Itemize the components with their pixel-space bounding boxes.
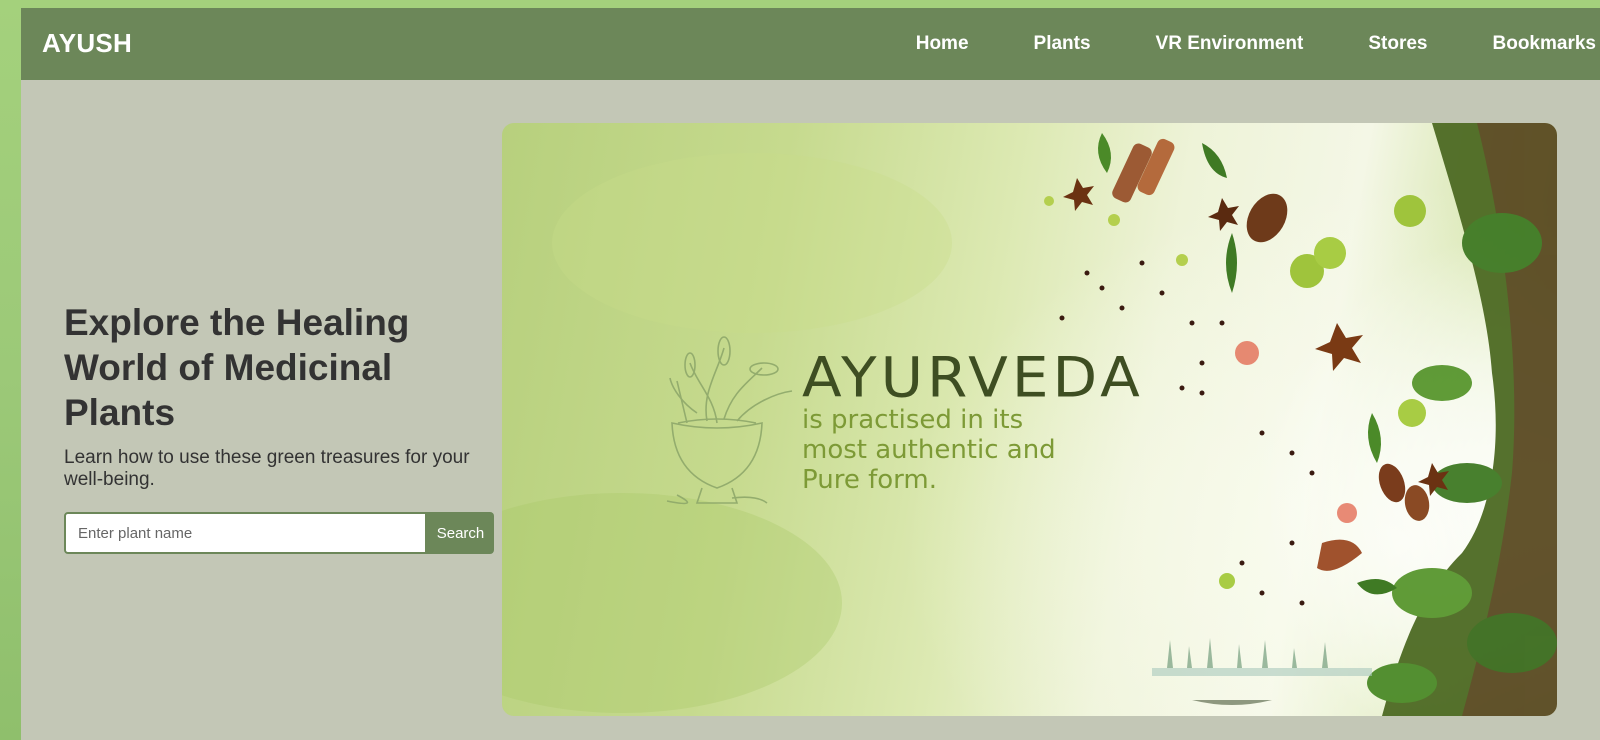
plant-search-form: Search — [64, 512, 502, 554]
hero-text: Explore the Healing World of Medicinal P… — [64, 300, 504, 491]
nav-plants-link[interactable]: Plants — [1034, 33, 1091, 55]
page: AYUSH Home Plants VR Environment Stores … — [21, 8, 1600, 740]
backwater-scenery — [1152, 638, 1372, 705]
hero-title-line: Explore the Healing — [64, 302, 410, 343]
navbar: AYUSH Home Plants VR Environment Stores … — [21, 8, 1600, 80]
banner-tagline-line: most authentic and — [802, 435, 1056, 465]
nav-stores-link[interactable]: Stores — [1368, 33, 1427, 55]
nav-bookmarks-link[interactable]: Bookmarks — [1493, 33, 1597, 55]
search-button[interactable]: Search — [427, 512, 494, 554]
hero-title: Explore the Healing World of Medicinal P… — [64, 300, 504, 435]
brand-logo[interactable]: AYUSH — [42, 28, 132, 59]
banner-tagline-line: is practised in its — [802, 405, 1024, 435]
banner-tagline: is practised in its most authentic and P… — [802, 405, 1102, 495]
banner-tagline-line: Pure form. — [802, 465, 937, 495]
hero-title-line: Plants — [64, 392, 176, 433]
nav-vr-environment-link[interactable]: VR Environment — [1156, 33, 1304, 55]
hero-subtitle: Learn how to use these green treasures f… — [64, 447, 470, 490]
hero-title-line: World of Medicinal — [64, 347, 393, 388]
ayurveda-banner-image: AYURVEDA is practised in its most authen… — [502, 123, 1557, 716]
nav-home-link[interactable]: Home — [916, 33, 969, 55]
plant-search-input[interactable] — [64, 512, 427, 554]
nav-links: Home Plants VR Environment Stores Bookma… — [916, 8, 1600, 80]
banner-title: AYURVEDA — [802, 345, 1144, 410]
mortar-pestle-icon — [666, 336, 793, 505]
